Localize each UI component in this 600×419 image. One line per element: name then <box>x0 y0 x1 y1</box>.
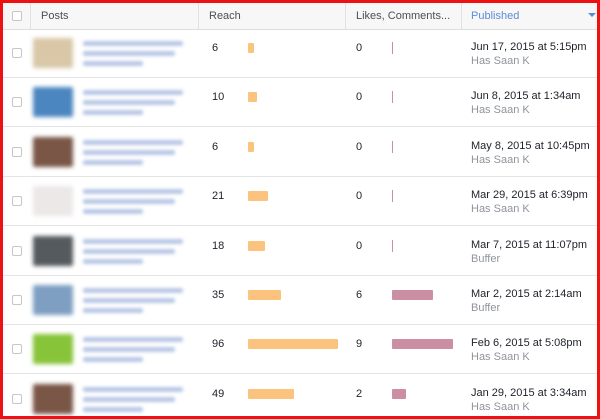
post-thumbnail[interactable] <box>33 136 73 167</box>
table-row[interactable]: 49 2 Jan 29, 2015 at 3:34am Has Saan K <box>3 375 597 416</box>
row-checkbox[interactable] <box>12 146 22 157</box>
post-author: Has Saan K <box>471 400 530 413</box>
reach-bar <box>248 191 268 202</box>
reach-bar <box>248 240 265 251</box>
engagement-value: 6 <box>356 289 363 301</box>
table-row[interactable]: 35 6 Mar 2, 2015 at 2:14am Buffer <box>3 276 597 325</box>
post-author: Has Saan K <box>471 203 530 216</box>
reach-value: 6 <box>212 42 219 54</box>
table-row[interactable]: 10 0 Jun 8, 2015 at 1:34am Has Saan K <box>3 78 597 128</box>
post-thumbnail[interactable] <box>33 38 73 68</box>
engagement-bar <box>392 91 393 104</box>
reach-bar <box>248 92 257 103</box>
post-text-blurred[interactable] <box>83 288 188 318</box>
published-date: Jan 29, 2015 at 3:34am <box>471 386 587 399</box>
table-row[interactable]: 21 0 Mar 29, 2015 at 6:39pm Has Saan K <box>3 177 597 227</box>
sort-descending-icon[interactable] <box>588 13 596 17</box>
post-text-blurred[interactable] <box>83 90 188 120</box>
post-text-blurred[interactable] <box>83 238 188 269</box>
column-divider <box>461 3 462 29</box>
posts-table: Posts Reach Likes, Comments... Published… <box>0 0 600 419</box>
post-author: Has Saan K <box>471 153 530 166</box>
post-thumbnail[interactable] <box>33 87 73 118</box>
post-author: Has Saan K <box>471 104 530 117</box>
engagement-bar <box>392 239 393 252</box>
table-header: Posts Reach Likes, Comments... Published <box>3 3 597 30</box>
engagement-bar <box>392 290 433 300</box>
engagement-bar <box>392 42 393 54</box>
reach-bar <box>248 339 338 350</box>
post-text-blurred[interactable] <box>83 386 188 416</box>
engagement-value: 0 <box>356 140 363 153</box>
column-divider <box>345 3 346 29</box>
post-text-blurred[interactable] <box>83 337 188 367</box>
published-date: May 8, 2015 at 10:45pm <box>471 139 590 152</box>
row-checkbox[interactable] <box>12 48 22 58</box>
engagement-value: 0 <box>356 239 363 252</box>
column-divider <box>30 3 31 29</box>
row-checkbox[interactable] <box>12 196 22 207</box>
post-thumbnail[interactable] <box>33 383 73 414</box>
post-thumbnail[interactable] <box>33 235 73 266</box>
reach-bar <box>248 43 254 53</box>
reach-value: 6 <box>212 140 219 153</box>
row-checkbox[interactable] <box>12 245 22 256</box>
published-column-header[interactable]: Published <box>471 3 519 29</box>
post-thumbnail[interactable] <box>33 186 73 217</box>
engagement-value: 9 <box>356 338 363 351</box>
post-text-blurred[interactable] <box>83 41 188 71</box>
engagement-value: 2 <box>356 387 363 400</box>
post-thumbnail[interactable] <box>33 285 73 315</box>
engagement-column-header[interactable]: Likes, Comments... <box>356 3 450 29</box>
reach-bar <box>248 141 254 152</box>
row-checkbox[interactable] <box>12 393 22 404</box>
reach-value: 35 <box>212 289 225 301</box>
post-thumbnail[interactable] <box>33 334 73 365</box>
select-all-checkbox[interactable] <box>12 11 22 21</box>
published-date: Mar 7, 2015 at 11:07pm <box>471 238 587 251</box>
post-text-blurred[interactable] <box>83 139 188 170</box>
table-row[interactable]: 6 0 Jun 17, 2015 at 5:15pm Has Saan K <box>3 29 597 78</box>
engagement-bar <box>392 140 393 153</box>
post-author: Has Saan K <box>471 351 530 364</box>
engagement-bar <box>392 190 393 203</box>
published-date: Jun 17, 2015 at 5:15pm <box>471 41 587 53</box>
row-checkbox[interactable] <box>12 295 22 305</box>
engagement-bar <box>392 339 453 350</box>
row-checkbox[interactable] <box>12 344 22 355</box>
published-date: Mar 2, 2015 at 2:14am <box>471 288 582 300</box>
reach-value: 96 <box>212 338 225 351</box>
published-date: Feb 6, 2015 at 5:08pm <box>471 337 582 350</box>
row-checkbox[interactable] <box>12 97 22 108</box>
reach-column-header[interactable]: Reach <box>209 3 241 29</box>
reach-bar <box>248 290 281 300</box>
table-row[interactable]: 6 0 May 8, 2015 at 10:45pm Has Saan K <box>3 128 597 177</box>
post-author: Buffer <box>471 302 501 314</box>
engagement-value: 0 <box>356 190 363 203</box>
reach-value: 10 <box>212 91 225 104</box>
post-author: Has Saan K <box>471 55 530 67</box>
table-row[interactable]: 96 9 Feb 6, 2015 at 5:08pm Has Saan K <box>3 325 597 375</box>
reach-value: 18 <box>212 239 225 252</box>
published-date: Mar 29, 2015 at 6:39pm <box>471 189 588 202</box>
engagement-bar <box>392 388 406 399</box>
engagement-value: 0 <box>356 91 363 104</box>
posts-column-header[interactable]: Posts <box>41 3 69 29</box>
published-date: Jun 8, 2015 at 1:34am <box>471 90 581 103</box>
post-text-blurred[interactable] <box>83 189 188 219</box>
column-divider <box>198 3 199 29</box>
reach-value: 21 <box>212 190 225 203</box>
reach-bar <box>248 388 294 399</box>
reach-value: 49 <box>212 387 225 400</box>
post-author: Buffer <box>471 252 501 265</box>
engagement-value: 0 <box>356 42 363 54</box>
table-row[interactable]: 18 0 Mar 7, 2015 at 11:07pm Buffer <box>3 227 597 276</box>
